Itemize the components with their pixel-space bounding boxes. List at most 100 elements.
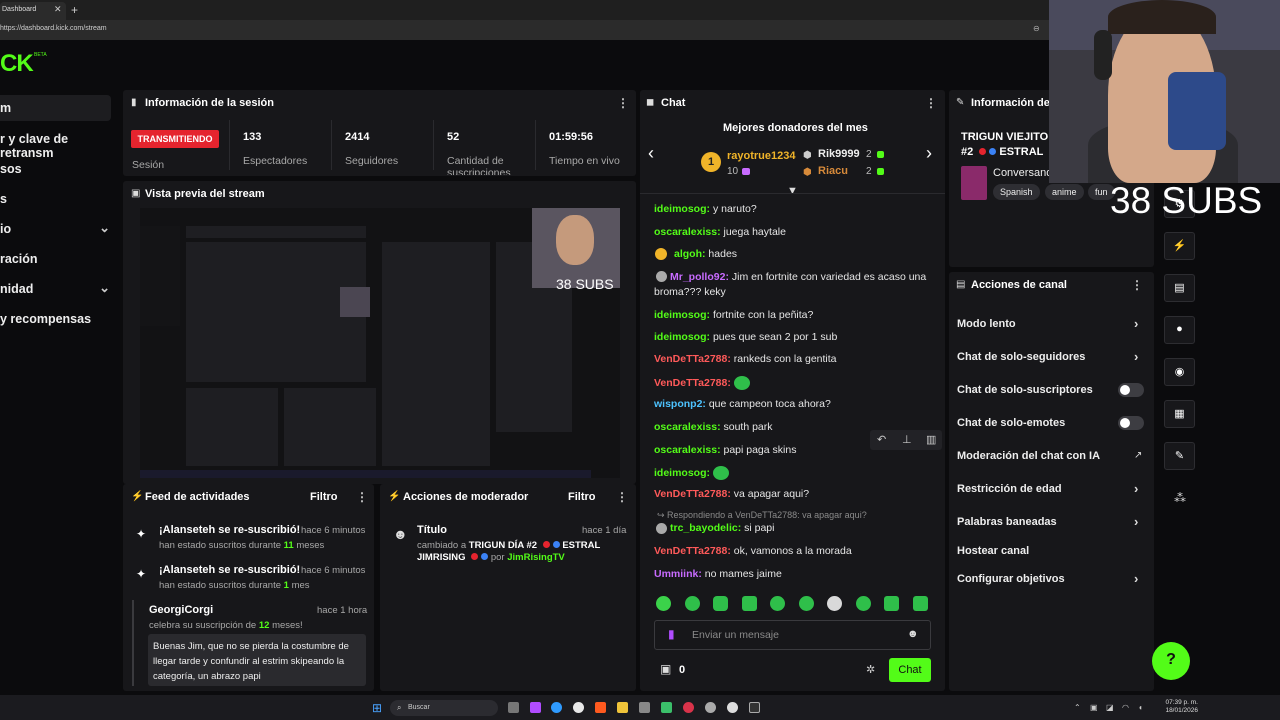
send-chat-button[interactable]: Chat — [889, 658, 931, 682]
address-bar[interactable] — [0, 20, 1050, 40]
mod-kebab-icon[interactable]: ⋮ — [616, 490, 628, 504]
mod-filter-button[interactable]: Filtro — [568, 491, 596, 503]
tag[interactable]: Spanish — [993, 184, 1040, 200]
chevron-right-icon[interactable]: › — [1134, 316, 1138, 331]
chat-username[interactable]: Ummiink — [654, 568, 698, 580]
rail-chat-icon[interactable]: ● — [1164, 316, 1195, 344]
chat-message[interactable]: broma??? keky — [654, 286, 726, 298]
chat-message[interactable]: ideimosog: y naruto? — [654, 203, 757, 215]
taskbar-app-icon[interactable] — [705, 702, 716, 713]
taskbar-app-icon[interactable] — [508, 702, 519, 713]
chevron-right-icon[interactable]: › — [1134, 571, 1138, 586]
chat-message[interactable]: algoh: hades — [674, 248, 737, 260]
chevron-right-icon[interactable]: › — [1134, 349, 1138, 364]
action-banned-words[interactable]: Palabras baneadas — [957, 516, 1057, 528]
tab-close-icon[interactable]: ✕ — [54, 4, 62, 15]
sidebar-item-s[interactable]: s — [0, 186, 118, 212]
channel-actions-kebab-icon[interactable]: ⋮ — [1131, 278, 1143, 292]
chat-message[interactable]: ↪ Respondiendo a VenDeTTa2788: va apagar… — [657, 510, 867, 521]
chat-message[interactable]: oscaralexiss: papi paga skins — [654, 444, 796, 456]
sidebar-item-stream[interactable]: m — [0, 95, 111, 121]
chevron-right-icon[interactable]: › — [1134, 481, 1138, 496]
emote-icon[interactable] — [799, 596, 814, 611]
chat-username[interactable]: VenDeTTa2788 — [654, 488, 727, 500]
chat-username[interactable]: ideimosog — [654, 203, 707, 215]
chat-message[interactable]: ideimosog: fortnite con la peñita? — [654, 309, 813, 321]
emote-icon[interactable] — [656, 596, 671, 611]
zoom-icon[interactable]: ⊖ — [1033, 24, 1040, 33]
emote-icon[interactable] — [733, 376, 750, 390]
sidebar-item-configuration[interactable]: ración — [0, 246, 118, 272]
pin-icon[interactable]: ⊥ — [902, 433, 912, 446]
chevron-left-icon[interactable]: ‹ — [648, 143, 654, 164]
action-host-channel[interactable]: Hostear canal — [957, 545, 1029, 557]
help-button[interactable]: ? — [1152, 642, 1190, 680]
emote-icon[interactable] — [884, 596, 899, 611]
kick-logo[interactable]: CK — [0, 50, 34, 78]
chat-message[interactable]: wisponp2: que campeon toca ahora? — [654, 398, 831, 410]
microphone-icon[interactable]: ▮ — [668, 627, 675, 641]
taskbar-app-icon[interactable] — [573, 702, 584, 713]
action-configure-goals[interactable]: Configurar objetivos — [957, 573, 1065, 585]
chat-username[interactable]: ideimosog — [654, 309, 707, 321]
wifi-icon[interactable]: ◠ — [1122, 703, 1129, 712]
taskbar-app-icon[interactable] — [639, 702, 650, 713]
external-link-icon[interactable]: ↗ — [1134, 450, 1142, 461]
chat-username[interactable]: ideimosog — [654, 467, 707, 479]
new-tab-icon[interactable]: + — [71, 3, 78, 17]
donor-name[interactable]: Riacu — [818, 165, 848, 177]
rail-broadcast-icon[interactable]: ◉ — [1164, 358, 1195, 386]
chat-message[interactable]: VenDeTTa2788: ok, vamonos a la morada — [654, 545, 852, 557]
taskbar-app-icon[interactable] — [530, 702, 541, 713]
sidebar-item-resources[interactable]: sos — [0, 156, 118, 182]
sidebar-item-stream-key[interactable]: r y clave de retransm — [0, 126, 118, 160]
action-followers-only[interactable]: Chat de solo-seguidores — [957, 351, 1085, 363]
chat-message[interactable]: oscaralexiss: juega haytale — [654, 226, 786, 238]
channel-points[interactable]: 0 — [679, 664, 685, 676]
subs-only-toggle[interactable] — [1118, 383, 1144, 397]
rail-document-icon[interactable]: ▤ — [1164, 274, 1195, 302]
action-ai-moderation[interactable]: Moderación del chat con IA — [957, 450, 1100, 462]
tray-app-icon[interactable]: ◪ — [1106, 703, 1114, 712]
collapse-icon[interactable]: ▼ — [787, 185, 798, 197]
chat-message[interactable]: ideimosog: — [654, 466, 729, 480]
rail-layout-icon[interactable]: ▦ — [1164, 400, 1195, 428]
tag[interactable]: anime — [1045, 184, 1084, 200]
taskbar-app-icon[interactable] — [661, 702, 672, 713]
emotes-only-toggle[interactable] — [1118, 416, 1144, 430]
chat-username[interactable]: VenDeTTa2788 — [654, 377, 727, 389]
taskbar-app-icon[interactable] — [749, 702, 760, 713]
url-text[interactable]: https://dashboard.kick.com/stream — [0, 25, 107, 32]
rail-wrench-icon[interactable]: ✎ — [1164, 442, 1195, 470]
session-kebab-icon[interactable]: ⋮ — [617, 96, 629, 110]
taskbar-app-icon[interactable] — [683, 702, 694, 713]
tray-chevron-icon[interactable]: ⌃ — [1074, 703, 1081, 712]
reply-icon[interactable]: ↶ — [877, 433, 886, 446]
chat-message[interactable]: Mr_pollo92: Jim en fortnite con variedad… — [670, 271, 926, 283]
chat-username[interactable]: trc_bayodelic — [670, 522, 738, 534]
chat-message[interactable]: VenDeTTa2788: rankeds con la gentita — [654, 353, 837, 365]
tray-app-icon[interactable]: ▣ — [1090, 703, 1098, 712]
chat-username[interactable]: ideimosog — [654, 331, 707, 343]
chat-message[interactable]: ideimosog: pues que sean 2 por 1 sub — [654, 331, 837, 343]
emote-icon[interactable] — [770, 596, 785, 611]
emoji-icon[interactable]: ☻ — [907, 628, 919, 640]
emote-icon[interactable] — [712, 466, 729, 480]
chevron-right-icon[interactable]: › — [926, 143, 932, 164]
windows-start-icon[interactable]: ⊞ — [372, 701, 382, 715]
sidebar-item-rewards[interactable]: y recompensas — [0, 306, 118, 332]
chat-username[interactable]: oscaralexiss — [654, 444, 717, 456]
action-age-restriction[interactable]: Restricción de edad — [957, 483, 1062, 495]
chat-username[interactable]: oscaralexiss — [654, 226, 717, 238]
chat-message[interactable]: Ummiink: no mames jaime — [654, 568, 782, 580]
chat-message[interactable]: trc_bayodelic: si papi — [670, 522, 774, 534]
activity-filter-button[interactable]: Filtro — [310, 491, 338, 503]
chevron-right-icon[interactable]: › — [1134, 514, 1138, 529]
chat-username[interactable]: Mr_pollo92 — [670, 271, 725, 283]
activity-kebab-icon[interactable]: ⋮ — [356, 490, 368, 504]
emote-icon[interactable] — [713, 596, 728, 611]
action-slow-mode[interactable]: Modo lento — [957, 318, 1016, 330]
chat-username[interactable]: wisponp2 — [654, 398, 702, 410]
taskbar-app-icon[interactable] — [595, 702, 606, 713]
chat-username[interactable]: algoh — [674, 248, 702, 260]
